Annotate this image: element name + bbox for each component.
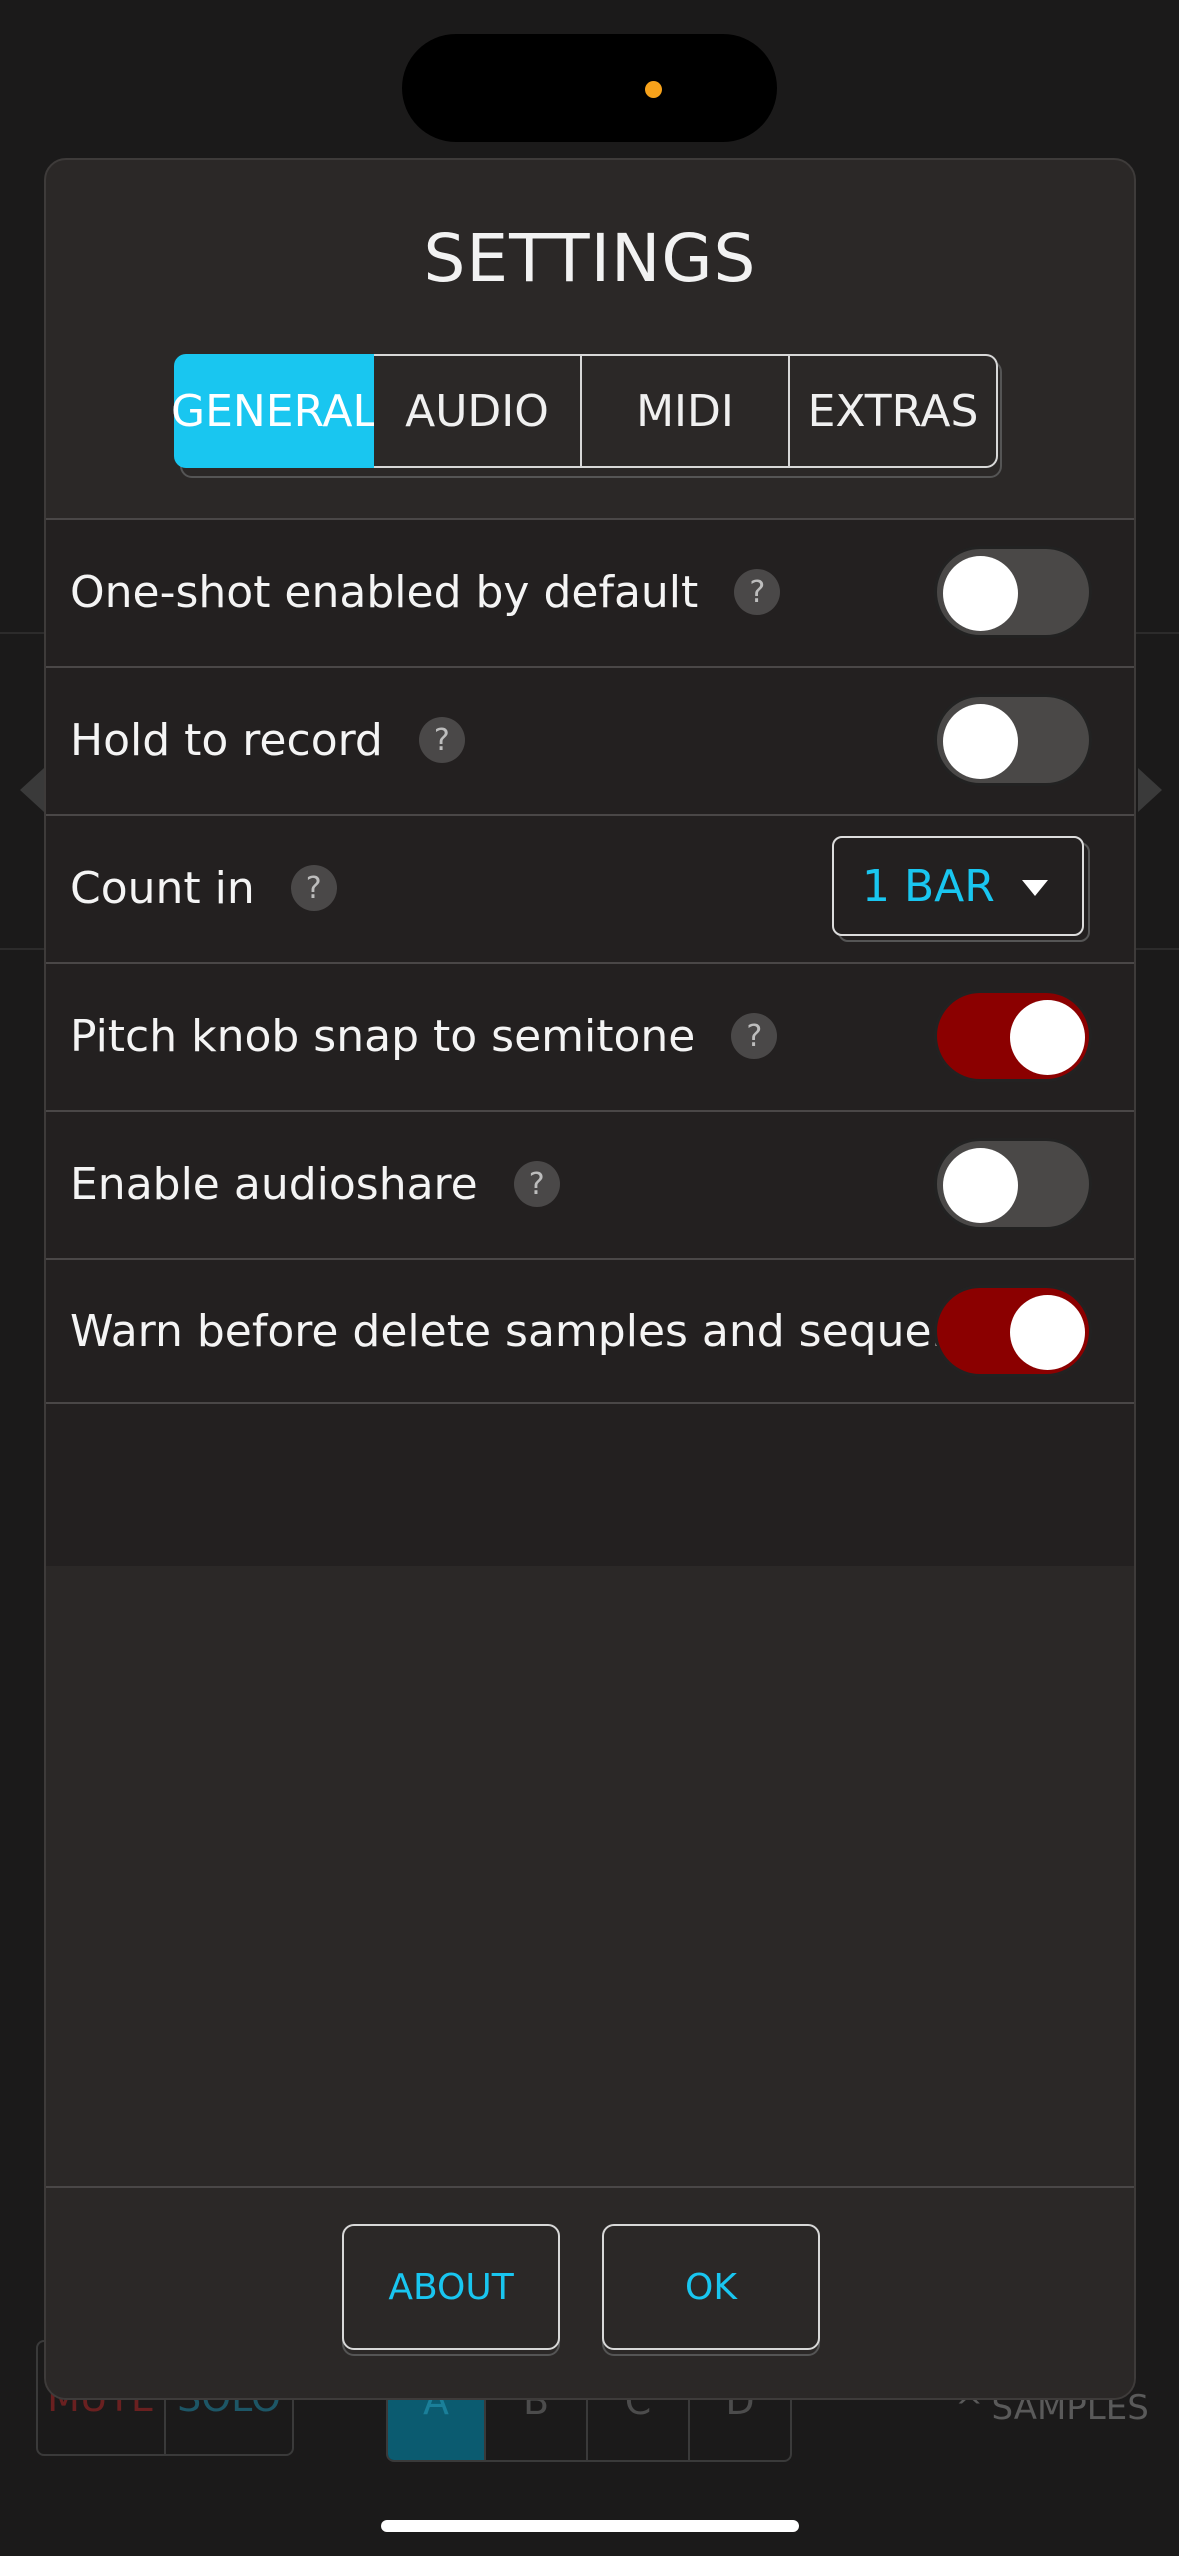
setting-row-one-shot: One-shot enabled by default ?: [46, 518, 1134, 664]
setting-row-hold-to-record: Hold to record ?: [46, 666, 1134, 812]
dropdown-caret-icon: [1022, 880, 1048, 896]
toggle-knob: [943, 704, 1018, 779]
one-shot-toggle[interactable]: [934, 546, 1092, 638]
help-icon[interactable]: ?: [734, 569, 781, 615]
hold-to-record-toggle[interactable]: [934, 694, 1092, 786]
right-arrow-icon: [1138, 768, 1162, 812]
pitch-snap-toggle[interactable]: [934, 990, 1092, 1082]
help-icon[interactable]: ?: [418, 717, 465, 763]
setting-row-pitch-snap: Pitch knob snap to semitone ?: [46, 962, 1134, 1108]
setting-row-warn-delete: Warn before delete samples and sequences: [46, 1258, 1134, 1404]
count-in-value: 1 BAR: [862, 860, 995, 912]
setting-label: Count in: [70, 862, 255, 914]
setting-row-audioshare: Enable audioshare ?: [46, 1110, 1134, 1256]
toggle-knob: [1010, 1000, 1085, 1075]
count-in-select[interactable]: 1 BAR: [832, 836, 1084, 936]
toggle-knob: [943, 1148, 1018, 1223]
tab-general[interactable]: GENERAL: [171, 354, 377, 468]
setting-label: Hold to record: [70, 714, 383, 766]
settings-modal: SETTINGS GENERAL AUDIO MIDI EXTRAS One-s…: [44, 158, 1136, 2400]
tab-extras[interactable]: EXTRAS: [790, 354, 998, 468]
left-arrow-icon: [20, 768, 44, 812]
setting-label: One-shot enabled by default: [70, 566, 699, 618]
audioshare-toggle[interactable]: [934, 1138, 1092, 1230]
home-indicator[interactable]: [381, 2520, 799, 2532]
dynamic-island: [402, 34, 777, 142]
help-icon[interactable]: ?: [290, 865, 337, 911]
about-button[interactable]: ABOUT: [342, 2224, 560, 2350]
setting-label: Warn before delete samples and sequences: [70, 1305, 1034, 1357]
modal-footer: ABOUT OK: [46, 2186, 1134, 2398]
ok-button[interactable]: OK: [602, 2224, 820, 2350]
warn-delete-toggle[interactable]: [934, 1285, 1092, 1377]
help-icon[interactable]: ?: [513, 1161, 560, 1207]
recording-indicator-icon: [645, 81, 662, 98]
toggle-knob: [943, 556, 1018, 631]
settings-tabs: GENERAL AUDIO MIDI EXTRAS: [171, 354, 998, 468]
toggle-knob: [1010, 1295, 1085, 1370]
tab-midi[interactable]: MIDI: [582, 354, 790, 468]
settings-list: One-shot enabled by default ? Hold to re…: [46, 518, 1134, 1566]
modal-title: SETTINGS: [423, 220, 757, 297]
tab-audio[interactable]: AUDIO: [374, 354, 582, 468]
setting-label: Pitch knob snap to semitone: [70, 1010, 696, 1062]
setting-label: Enable audioshare: [70, 1158, 478, 1210]
help-icon[interactable]: ?: [731, 1013, 778, 1059]
setting-row-count-in: Count in ? 1 BAR: [46, 814, 1134, 960]
